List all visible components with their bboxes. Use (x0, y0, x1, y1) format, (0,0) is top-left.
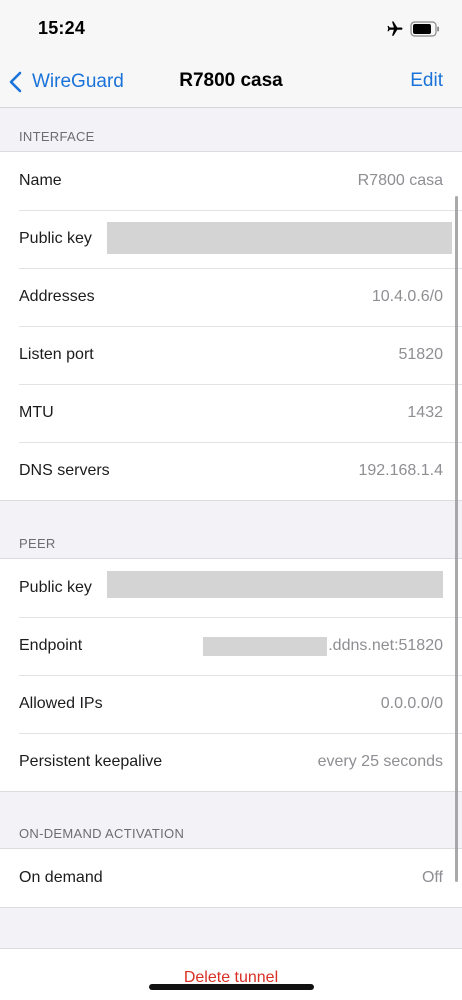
section-header-on-demand: ON-DEMAND ACTIVATION (19, 826, 185, 841)
on-demand-group: On demand Off (0, 848, 462, 908)
row-label: Allowed IPs (19, 695, 103, 712)
redacted-public-key (107, 222, 452, 254)
row-label: Public key (19, 579, 92, 596)
interface-listen-port-row[interactable]: Listen port 51820 (0, 326, 462, 384)
row-value: 51820 (398, 346, 444, 363)
row-label: DNS servers (19, 462, 110, 479)
row-label: On demand (19, 869, 103, 886)
row-label: Endpoint (19, 637, 83, 654)
peer-keepalive-row[interactable]: Persistent keepalive every 25 seconds (0, 733, 462, 791)
peer-public-key-row[interactable]: Public key (0, 559, 462, 617)
interface-group: Name R7800 casa Public key Addresses 10.… (0, 151, 462, 501)
section-header-interface: INTERFACE (19, 129, 95, 144)
on-demand-row[interactable]: On demand Off (0, 849, 462, 907)
row-value: 1432 (407, 404, 443, 421)
row-value: R7800 casa (357, 172, 443, 189)
row-label: Public key (19, 230, 92, 247)
peer-allowed-ips-row[interactable]: Allowed IPs 0.0.0.0/0 (0, 675, 462, 733)
interface-mtu-row[interactable]: MTU 1432 (0, 384, 462, 442)
peer-endpoint-row[interactable]: Endpoint .ddns.net:51820 (0, 617, 462, 675)
row-label: Addresses (19, 288, 95, 305)
row-value: 192.168.1.4 (358, 462, 443, 479)
row-label: Name (19, 172, 62, 189)
scroll-indicator[interactable] (455, 196, 458, 882)
page-title: R7800 casa (179, 70, 283, 91)
status-bar: 15:24 (0, 0, 462, 56)
delete-group: Delete tunnel (0, 948, 462, 1000)
edit-button[interactable]: Edit (410, 70, 443, 92)
redacted-public-key (107, 571, 443, 598)
row-label: Persistent keepalive (19, 753, 163, 770)
home-indicator[interactable] (149, 984, 314, 990)
endpoint-suffix: .ddns.net:51820 (328, 637, 443, 654)
interface-public-key-row[interactable]: Public key (0, 210, 462, 268)
status-time: 15:24 (38, 18, 86, 38)
row-value: every 25 seconds (317, 753, 443, 770)
endpoint-value: .ddns.net:51820 (203, 636, 443, 656)
navigation-bar: WireGuard R7800 casa Edit (0, 56, 462, 108)
row-value: Off (421, 869, 443, 886)
row-value: 0.0.0.0/0 (380, 695, 443, 712)
airplane-icon (387, 21, 403, 36)
interface-name-row[interactable]: Name R7800 casa (0, 152, 462, 210)
interface-addresses-row[interactable]: Addresses 10.4.0.6/0 (0, 268, 462, 326)
redacted-hostname (203, 636, 328, 656)
battery-icon (410, 21, 439, 37)
row-label: Listen port (19, 346, 94, 363)
peer-group: Public key Endpoint .ddns.net:51820 Allo… (0, 558, 462, 792)
row-label: MTU (19, 404, 54, 421)
row-value: 10.4.0.6/0 (371, 288, 443, 305)
section-header-peer: PEER (19, 536, 56, 551)
interface-dns-row[interactable]: DNS servers 192.168.1.4 (0, 442, 462, 500)
